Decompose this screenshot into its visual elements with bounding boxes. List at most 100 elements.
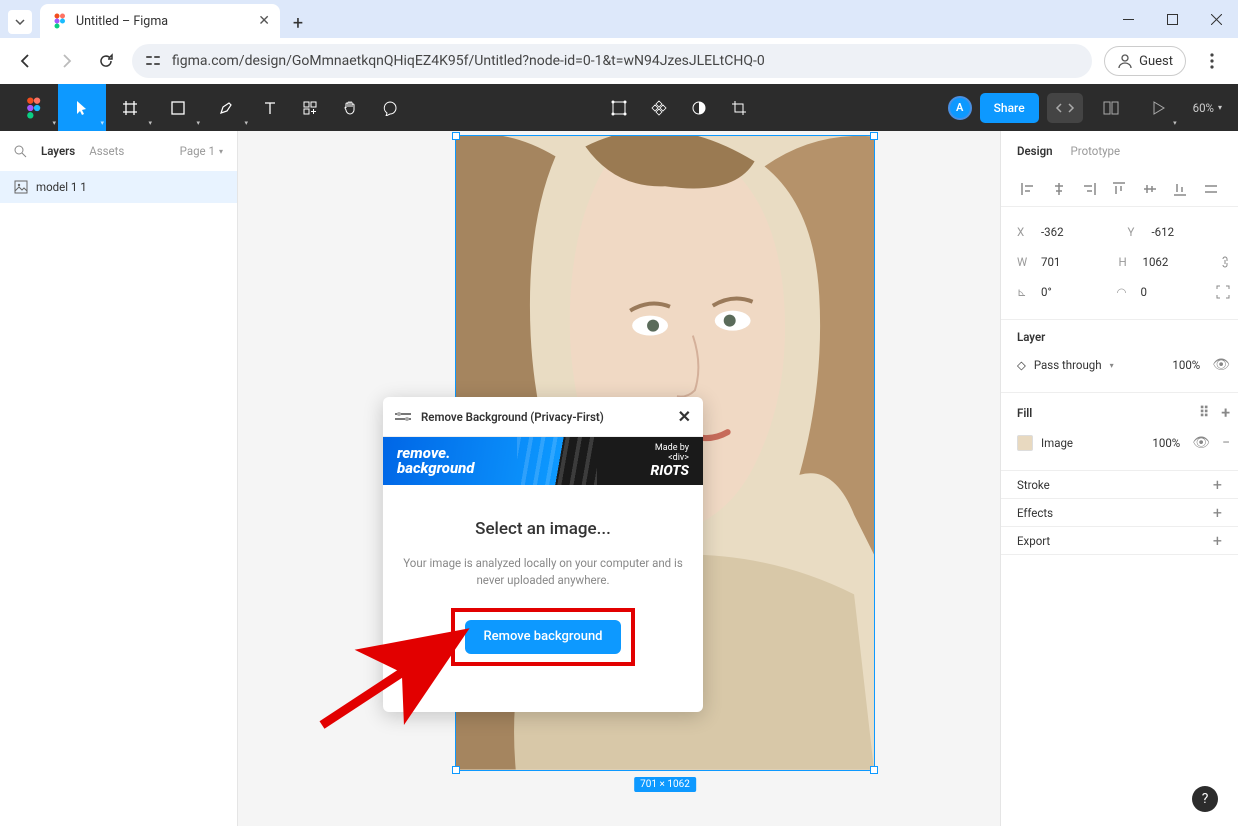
- shape-tool[interactable]: ▾: [154, 84, 202, 131]
- search-icon[interactable]: [14, 145, 27, 158]
- selection-handle-bl[interactable]: [452, 766, 460, 774]
- new-tab-button[interactable]: +: [284, 9, 312, 37]
- align-top-icon[interactable]: [1111, 181, 1127, 197]
- banner-logo: remove. background: [397, 446, 475, 476]
- export-section: Export +: [1001, 527, 1238, 555]
- plugin-close-button[interactable]: ✕: [678, 407, 691, 426]
- share-button[interactable]: Share: [980, 93, 1039, 123]
- visibility-toggle-icon[interactable]: 👁: [1212, 357, 1230, 373]
- browser-menu-button[interactable]: [1198, 47, 1226, 75]
- rotation-icon: ⊾: [1017, 285, 1031, 299]
- nav-back-button[interactable]: [12, 47, 40, 75]
- canvas[interactable]: 701 × 1062 Remove Background (Privacy-Fi…: [238, 131, 1000, 826]
- add-effect-icon[interactable]: +: [1213, 503, 1222, 522]
- help-button[interactable]: ?: [1192, 786, 1218, 812]
- add-export-icon[interactable]: +: [1213, 531, 1222, 550]
- frame-tool[interactable]: ▾: [106, 84, 154, 131]
- add-stroke-icon[interactable]: +: [1213, 475, 1222, 494]
- align-bottom-icon[interactable]: [1172, 181, 1188, 197]
- hand-tool[interactable]: [330, 84, 370, 131]
- fill-type[interactable]: Image: [1041, 436, 1073, 450]
- design-tab[interactable]: Design: [1017, 144, 1053, 158]
- move-tool[interactable]: ▾: [58, 84, 106, 131]
- plugin-subtext: Your image is analyzed locally on your c…: [403, 555, 683, 590]
- assets-tab[interactable]: Assets: [89, 144, 124, 158]
- blend-mode-icon[interactable]: ◇: [1017, 358, 1026, 372]
- layers-tab[interactable]: Layers: [41, 144, 75, 158]
- present-button[interactable]: ▾: [1139, 84, 1179, 131]
- url-text: figma.com/design/GoMmnaetkqnQHiqEZ4K95f/…: [172, 53, 765, 69]
- crop-icon[interactable]: [719, 84, 759, 131]
- effects-section: Effects +: [1001, 499, 1238, 527]
- nav-reload-button[interactable]: [92, 47, 120, 75]
- zoom-control[interactable]: 60%▾: [1187, 101, 1228, 115]
- site-settings-icon[interactable]: [146, 54, 162, 68]
- user-avatar[interactable]: A: [948, 96, 972, 120]
- browser-chrome: Untitled – Figma ✕ + figma.com/design/Go…: [0, 0, 1238, 84]
- resources-tool[interactable]: [290, 84, 330, 131]
- constrain-proportions-icon[interactable]: [1220, 254, 1230, 270]
- url-input[interactable]: figma.com/design/GoMmnaetkqnQHiqEZ4K95f/…: [132, 44, 1092, 78]
- nav-forward-button[interactable]: [52, 47, 80, 75]
- mask-icon[interactable]: [679, 84, 719, 131]
- figma-menu-button[interactable]: ▾: [10, 84, 58, 131]
- layer-name: model 1 1: [36, 180, 87, 194]
- independent-corners-icon[interactable]: [1216, 285, 1230, 299]
- main-area: Layers Assets Page 1▾ model 1 1: [0, 131, 1238, 826]
- fill-opacity[interactable]: 100%: [1152, 436, 1180, 450]
- browser-tab-active[interactable]: Untitled – Figma ✕: [40, 4, 280, 38]
- selection-dimensions: 701 × 1062: [634, 777, 696, 792]
- plugin-titlebar[interactable]: Remove Background (Privacy-First) ✕: [383, 397, 703, 437]
- rotation-input[interactable]: 0°: [1041, 285, 1085, 299]
- library-icon[interactable]: [1091, 84, 1131, 131]
- person-icon: [1117, 53, 1133, 69]
- prototype-tab[interactable]: Prototype: [1071, 144, 1121, 158]
- dev-frame-icon[interactable]: [599, 84, 639, 131]
- add-fill-icon[interactable]: +: [1221, 403, 1230, 422]
- fill-styles-icon[interactable]: ⠿: [1199, 405, 1209, 421]
- plugin-body: Select an image... Your image is analyze…: [383, 485, 703, 712]
- profile-guest-chip[interactable]: Guest: [1104, 46, 1186, 76]
- tab-search-button[interactable]: [8, 10, 32, 34]
- layer-item[interactable]: model 1 1: [0, 171, 237, 203]
- window-maximize-button[interactable]: [1150, 4, 1194, 34]
- x-input[interactable]: -362: [1041, 225, 1085, 239]
- left-panel: Layers Assets Page 1▾ model 1 1: [0, 131, 238, 826]
- image-layer-icon: [14, 180, 28, 194]
- align-left-icon[interactable]: [1020, 181, 1036, 197]
- selection-handle-br[interactable]: [870, 766, 878, 774]
- banner-madeby: Made by <div> RIOTS: [651, 443, 689, 479]
- figma-favicon-icon: [52, 13, 68, 29]
- component-icon[interactable]: [639, 84, 679, 131]
- blend-mode-select[interactable]: Pass through: [1034, 358, 1102, 372]
- selection-handle-tl[interactable]: [452, 132, 460, 140]
- align-right-icon[interactable]: [1081, 181, 1097, 197]
- right-panel-tabs: Design Prototype: [1001, 131, 1238, 171]
- window-minimize-button[interactable]: [1106, 4, 1150, 34]
- plugin-heading: Select an image...: [403, 519, 683, 539]
- h-input[interactable]: 1062: [1143, 255, 1187, 269]
- align-vcenter-icon[interactable]: [1142, 181, 1158, 197]
- dev-mode-toggle[interactable]: [1047, 93, 1083, 123]
- fill-visibility-icon[interactable]: 👁: [1192, 435, 1210, 451]
- text-tool[interactable]: [250, 84, 290, 131]
- y-input[interactable]: -612: [1152, 225, 1196, 239]
- pen-tool[interactable]: ▾: [202, 84, 250, 131]
- window-close-button[interactable]: [1194, 4, 1238, 34]
- distribute-icon[interactable]: [1203, 181, 1219, 197]
- remove-fill-icon[interactable]: −: [1222, 435, 1230, 451]
- annotation-highlight-box: Remove background: [451, 608, 634, 666]
- plugin-window[interactable]: Remove Background (Privacy-First) ✕ remo…: [383, 397, 703, 712]
- figma-toolbar: ▾ ▾ ▾ ▾ ▾ A Share ▾ 60%▾: [0, 84, 1238, 131]
- w-input[interactable]: 701: [1041, 255, 1085, 269]
- remove-background-button[interactable]: Remove background: [465, 620, 620, 654]
- page-selector[interactable]: Page 1▾: [180, 144, 223, 158]
- selection-handle-tr[interactable]: [870, 132, 878, 140]
- radius-input[interactable]: 0: [1141, 285, 1185, 299]
- comment-tool[interactable]: [370, 84, 410, 131]
- layer-opacity[interactable]: 100%: [1172, 358, 1200, 372]
- fill-thumbnail[interactable]: [1017, 435, 1033, 451]
- align-hcenter-icon[interactable]: [1051, 181, 1067, 197]
- transform-section: X-362 Y-612 W701 H1062 ⊾0° ◠0: [1001, 207, 1238, 320]
- tab-close-button[interactable]: ✕: [258, 13, 270, 29]
